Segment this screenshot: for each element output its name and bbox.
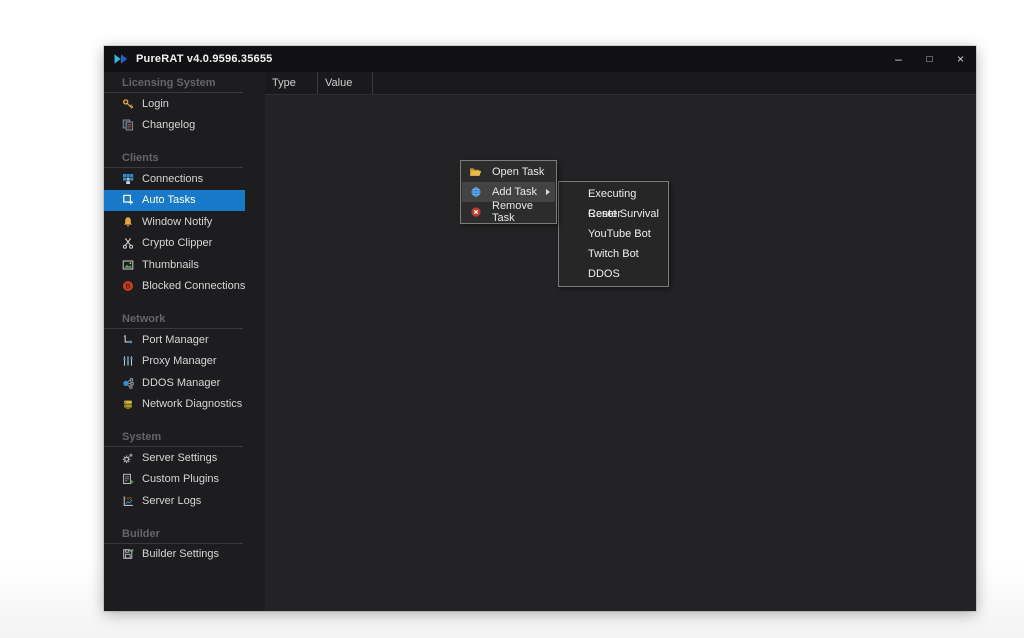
changelog-icon (121, 119, 134, 131)
sidebar-item-server-logs[interactable]: LOG Server Logs (104, 490, 248, 512)
thumbnails-icon (121, 259, 134, 271)
sidebar-item-label: Port Manager (142, 334, 209, 346)
remove-circle-icon (469, 206, 482, 218)
menu-item-remove-task[interactable]: Remove Task (462, 202, 555, 222)
plugin-doc-icon (121, 473, 134, 485)
bell-icon (121, 216, 134, 228)
sidebar-item-label: Login (142, 98, 169, 110)
sidebar-item-label: Custom Plugins (142, 473, 219, 485)
menu-item-label: Open Task (492, 166, 544, 178)
scissors-icon (121, 237, 134, 249)
sidebar-item-thumbnails[interactable]: Thumbnails (104, 254, 248, 276)
titlebar: PureRAT v4.0.9596.35655 – □ × (104, 46, 976, 72)
window-controls: – □ × (883, 46, 976, 72)
ddos-node-icon (121, 377, 134, 389)
window-title: PureRAT v4.0.9596.35655 (136, 53, 272, 65)
sidebar-section-network: Network Port Manager Proxy Manager (104, 310, 265, 415)
sidebar-item-connections[interactable]: Connections (104, 168, 248, 190)
sidebar-item-label: Server Settings (142, 452, 217, 464)
main-panel: Type Value (265, 72, 976, 611)
table-header: Type Value (265, 72, 976, 95)
sidebar-item-label: Window Notify (142, 216, 212, 228)
sidebar-item-label: Server Logs (142, 495, 201, 507)
submenu-arrow-icon (546, 189, 550, 195)
gears-icon (121, 452, 134, 464)
open-folder-icon (469, 166, 482, 178)
menu-item-label: Add Task (492, 186, 537, 198)
sidebar-item-proxy-manager[interactable]: Proxy Manager (104, 351, 248, 373)
sidebar-item-label: Auto Tasks (142, 194, 196, 206)
sidebar-item-blocked-connections[interactable]: B Blocked Connections (104, 276, 248, 298)
sidebar-item-label: Thumbnails (142, 259, 199, 271)
connections-grid-icon (121, 173, 134, 185)
sidebar-item-label: Network Diagnostics (142, 398, 242, 410)
section-label: System (104, 428, 265, 446)
add-task-submenu: Executing Center Reset Survival YouTube … (558, 181, 669, 287)
menu-item-label: Remove Task (492, 200, 555, 224)
close-button[interactable]: × (945, 46, 976, 72)
port-icon (121, 334, 134, 346)
sidebar-section-builder: Builder Builder Settings (104, 525, 265, 566)
submenu-item-ddos[interactable]: DDOS (559, 264, 668, 284)
sidebar-item-port-manager[interactable]: Port Manager (104, 329, 248, 351)
sidebar-item-crypto-clipper[interactable]: Crypto Clipper (104, 233, 248, 255)
sidebar-section-licensing: Licensing System Login Changelog (104, 74, 265, 136)
task-list-area[interactable] (265, 95, 976, 611)
context-menu: Open Task Add Task Remove Task (460, 160, 557, 224)
menu-item-open-task[interactable]: Open Task (462, 162, 555, 182)
sidebar-item-auto-tasks[interactable]: Auto Tasks (104, 190, 245, 212)
menu-item-add-task[interactable]: Add Task (462, 182, 555, 202)
sidebar-item-label: Blocked Connections (142, 280, 245, 292)
proxy-icon (121, 355, 134, 367)
maximize-button[interactable]: □ (914, 46, 945, 72)
globe-icon (469, 186, 482, 198)
logs-icon: LOG (121, 495, 134, 507)
blocked-icon: B (121, 280, 134, 292)
submenu-item-youtube-bot[interactable]: YouTube Bot (559, 224, 668, 244)
window-body: Licensing System Login Changelog Cl (104, 72, 976, 611)
sidebar-item-ddos-manager[interactable]: DDOS Manager (104, 372, 248, 394)
sidebar-item-label: Proxy Manager (142, 355, 217, 367)
app-window: PureRAT v4.0.9596.35655 – □ × Licensing … (104, 46, 976, 611)
sidebar-item-label: Builder Settings (142, 548, 219, 560)
sidebar-item-login[interactable]: Login (104, 93, 248, 115)
submenu-item-twitch-bot[interactable]: Twitch Bot (559, 244, 668, 264)
column-header-value[interactable]: Value (318, 72, 373, 94)
minimize-button[interactable]: – (883, 46, 914, 72)
sidebar-item-builder-settings[interactable]: Builder Settings (104, 544, 248, 566)
sidebar-item-network-diagnostics[interactable]: Network Diagnostics (104, 394, 248, 416)
sidebar-item-changelog[interactable]: Changelog (104, 115, 248, 137)
submenu-item-executing-center[interactable]: Executing Center (559, 184, 668, 204)
auto-tasks-icon (121, 194, 134, 206)
logs-icon-label: LOG (125, 496, 132, 500)
sidebar: Licensing System Login Changelog Cl (104, 72, 265, 611)
sidebar-item-server-settings[interactable]: Server Settings (104, 447, 248, 469)
sidebar-section-clients: Clients Connections Auto Tasks (104, 149, 265, 297)
sidebar-item-label: Connections (142, 173, 203, 185)
save-disk-icon (121, 548, 134, 560)
sidebar-section-system: System Server Settings Custom Plugins (104, 428, 265, 512)
key-icon (121, 98, 134, 110)
submenu-item-reset-survival[interactable]: Reset Survival (559, 204, 668, 224)
server-stack-icon (121, 398, 134, 410)
sidebar-item-label: DDOS Manager (142, 377, 220, 389)
sidebar-item-label: Crypto Clipper (142, 237, 212, 249)
app-logo-icon (113, 53, 129, 65)
sidebar-item-label: Changelog (142, 119, 195, 131)
section-label: Builder (104, 525, 265, 543)
section-label: Clients (104, 149, 265, 167)
sidebar-item-custom-plugins[interactable]: Custom Plugins (104, 469, 248, 491)
section-label: Licensing System (104, 74, 265, 92)
blocked-icon-letter: B (125, 284, 130, 291)
column-header-type[interactable]: Type (265, 72, 318, 94)
sidebar-item-window-notify[interactable]: Window Notify (104, 211, 248, 233)
section-label: Network (104, 310, 265, 328)
